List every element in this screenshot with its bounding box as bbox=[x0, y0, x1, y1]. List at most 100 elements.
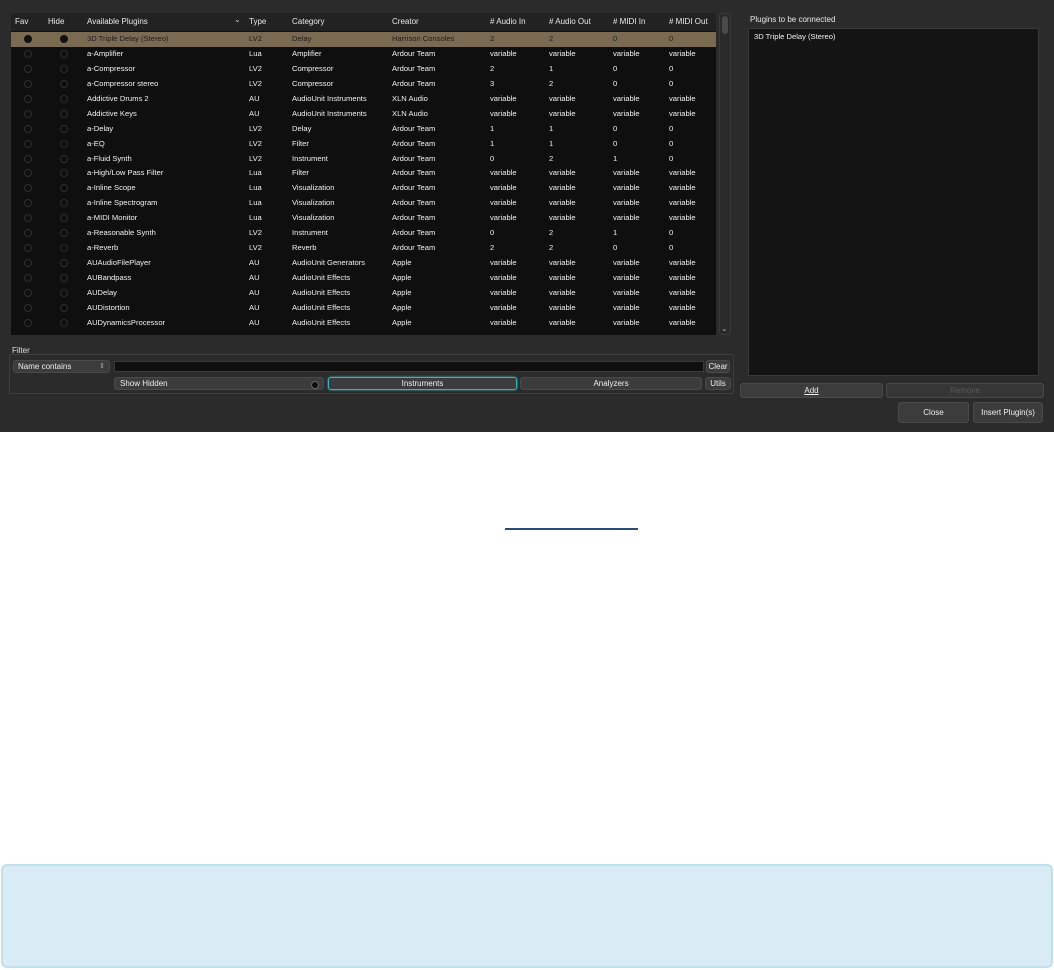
fav-radio[interactable] bbox=[24, 35, 32, 43]
column-creator[interactable]: Creator bbox=[392, 17, 419, 26]
remove-button[interactable]: Remove bbox=[886, 383, 1044, 398]
plugin-audio-out: 2 bbox=[549, 34, 554, 43]
hide-radio[interactable] bbox=[60, 244, 68, 253]
hide-radio[interactable] bbox=[60, 109, 68, 118]
fav-radio[interactable] bbox=[24, 124, 32, 133]
close-button[interactable]: Close bbox=[898, 402, 969, 423]
fav-radio[interactable] bbox=[24, 139, 32, 148]
instruments-filter-button[interactable]: Instruments bbox=[328, 377, 517, 390]
utils-filter-button[interactable]: Utils bbox=[705, 377, 731, 390]
chevron-down-icon[interactable]: ⌄ bbox=[234, 15, 241, 24]
column-category[interactable]: Category bbox=[292, 17, 324, 26]
table-row[interactable]: a-Inline Scope Lua Visualization Ardour Tea… bbox=[11, 181, 716, 196]
analyzers-filter-button[interactable]: Analyzers bbox=[520, 377, 702, 390]
plugin-name: Addictive Drums 2 bbox=[87, 93, 149, 103]
fav-radio[interactable] bbox=[24, 259, 32, 268]
hide-radio[interactable] bbox=[60, 169, 68, 178]
table-row[interactable]: AUAudioFilePlayer AU AudioUnit Generators A… bbox=[11, 256, 716, 271]
column-audio-out[interactable]: # Audio Out bbox=[549, 17, 591, 26]
hide-radio[interactable] bbox=[60, 199, 68, 208]
hide-radio[interactable] bbox=[60, 318, 68, 327]
plugin-category: Amplifier bbox=[292, 48, 322, 58]
fav-radio[interactable] bbox=[24, 64, 32, 73]
table-row[interactable]: a-Amplifier Lua Amplifier Ardour Team variab… bbox=[11, 47, 716, 62]
fav-radio[interactable] bbox=[24, 303, 32, 312]
column-midi-in[interactable]: # MIDI In bbox=[613, 17, 645, 26]
table-row[interactable]: a-MIDI Monitor Lua Visualization Ardour Tea… bbox=[11, 211, 716, 226]
plugin-midi-in: variable bbox=[613, 302, 640, 312]
table-row[interactable]: AUDynamicsProcessor AU AudioUnit Effects Ap… bbox=[11, 316, 716, 331]
column-midi-out[interactable]: # MIDI Out bbox=[669, 17, 708, 26]
hide-radio[interactable] bbox=[60, 139, 68, 148]
list-item[interactable]: 3D Triple Delay (Stereo) bbox=[754, 32, 835, 41]
plugin-category: Visualization bbox=[292, 213, 335, 223]
table-row[interactable]: a-Compressor LV2 Compressor Ardour Team 2 1 0 0 bbox=[11, 62, 716, 77]
plugin-audio-out: variable bbox=[549, 108, 576, 118]
show-hidden-toggle[interactable]: Show Hidden bbox=[114, 377, 324, 390]
table-row[interactable]: a-Fluid Synth LV2 Instrument Ardour Team 0 2 1… bbox=[11, 152, 716, 167]
fav-radio[interactable] bbox=[24, 94, 32, 103]
fav-radio[interactable] bbox=[24, 49, 32, 58]
table-row[interactable]: a-Delay LV2 Delay Ardour Team 1 1 0 0 bbox=[11, 122, 716, 137]
hide-radio[interactable] bbox=[60, 214, 68, 223]
table-row[interactable]: a-Reasonable Synth LV2 Instrument Ardour Te… bbox=[11, 226, 716, 241]
hide-radio[interactable] bbox=[60, 274, 68, 282]
hide-radio[interactable] bbox=[60, 94, 68, 103]
hide-radio[interactable] bbox=[60, 49, 68, 58]
table-row[interactable]: Addictive Drums 2 AU AudioUnit Instruments… bbox=[11, 92, 716, 107]
hide-radio[interactable] bbox=[60, 288, 68, 297]
plugin-name: AUBandpass bbox=[87, 273, 132, 282]
fav-radio[interactable] bbox=[24, 184, 32, 193]
clear-button[interactable]: Clear bbox=[706, 360, 730, 373]
plugin-audio-in: variable bbox=[490, 93, 517, 103]
hide-radio[interactable] bbox=[60, 303, 68, 312]
table-row[interactable]: a-Compressor stereo LV2 Compressor Ardour T… bbox=[11, 77, 716, 92]
fav-radio[interactable] bbox=[24, 244, 32, 253]
add-button[interactable]: Add bbox=[740, 383, 883, 398]
column-fav[interactable]: Fav bbox=[15, 17, 28, 26]
hide-radio[interactable] bbox=[60, 79, 68, 88]
plugin-category: AudioUnit Effects bbox=[292, 317, 351, 327]
fav-radio[interactable] bbox=[24, 109, 32, 118]
table-scrollbar[interactable]: ⌄ bbox=[719, 13, 731, 335]
plugin-type: AU bbox=[249, 273, 260, 282]
table-row[interactable]: AUDistortion AU AudioUnit Effects Apple vari… bbox=[11, 301, 716, 316]
table-row[interactable]: Addictive Keys AU AudioUnit Instruments XLN… bbox=[11, 107, 716, 122]
column-audio-in[interactable]: # Audio In bbox=[490, 17, 526, 26]
table-row[interactable]: a-Inline Spectrogram Lua Visualization Ardo… bbox=[11, 196, 716, 211]
column-hide[interactable]: Hide bbox=[48, 17, 64, 26]
fav-radio[interactable] bbox=[24, 274, 32, 282]
hide-radio[interactable] bbox=[60, 259, 68, 268]
fav-radio[interactable] bbox=[24, 229, 32, 238]
plugin-type: LV2 bbox=[249, 63, 262, 73]
table-row[interactable]: AUDelay AU AudioUnit Effects Apple variable v… bbox=[11, 286, 716, 301]
table-row[interactable]: a-Reverb LV2 Reverb Ardour Team 2 2 0 0 bbox=[11, 241, 716, 256]
hide-radio[interactable] bbox=[60, 35, 68, 43]
column-type[interactable]: Type bbox=[249, 17, 266, 26]
fav-radio[interactable] bbox=[24, 79, 32, 88]
column-available-plugins[interactable]: Available Plugins bbox=[87, 17, 148, 26]
hide-radio[interactable] bbox=[60, 124, 68, 133]
plugin-midi-out: variable bbox=[669, 258, 696, 268]
plugin-audio-out: variable bbox=[549, 302, 576, 312]
table-row[interactable]: a-EQ LV2 Filter Ardour Team 1 1 0 0 bbox=[11, 137, 716, 152]
plugins-to-connect-list[interactable]: 3D Triple Delay (Stereo) bbox=[748, 28, 1039, 376]
fav-radio[interactable] bbox=[24, 214, 32, 223]
hide-radio[interactable] bbox=[60, 154, 68, 163]
filter-search-input[interactable] bbox=[114, 361, 704, 372]
fav-radio[interactable] bbox=[24, 199, 32, 208]
table-row[interactable]: a-High/Low Pass Filter Lua Filter Ardour Te… bbox=[11, 166, 716, 181]
table-row[interactable]: AUBandpass AU AudioUnit Effects Apple variab… bbox=[11, 271, 716, 286]
fav-radio[interactable] bbox=[24, 318, 32, 327]
hide-radio[interactable] bbox=[60, 64, 68, 73]
hide-radio[interactable] bbox=[60, 229, 68, 238]
table-row[interactable]: 3D Triple Delay (Stereo) LV2 Delay Harrison… bbox=[11, 32, 716, 47]
insert-plugins-button[interactable]: Insert Plugin(s) bbox=[973, 402, 1043, 423]
fav-radio[interactable] bbox=[24, 288, 32, 297]
scrollbar-thumb[interactable] bbox=[722, 16, 728, 34]
filter-mode-select[interactable]: Name contains ⇕ bbox=[13, 360, 110, 373]
fav-radio[interactable] bbox=[24, 169, 32, 178]
fav-radio[interactable] bbox=[24, 154, 32, 163]
chevron-down-icon[interactable]: ⌄ bbox=[721, 324, 728, 333]
hide-radio[interactable] bbox=[60, 184, 68, 193]
